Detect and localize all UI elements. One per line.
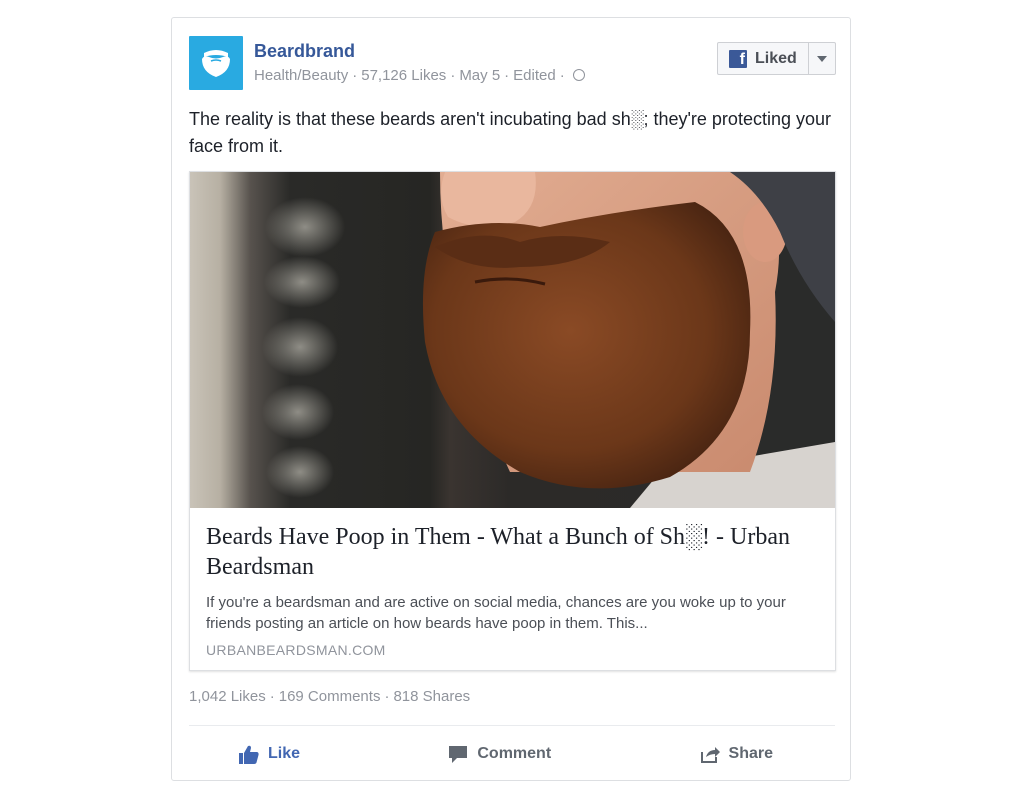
comments-count[interactable]: 169 Comments: [279, 688, 381, 705]
page-likes-count[interactable]: 57,126 Likes: [361, 67, 446, 84]
link-description: If you're a beardsman and are active on …: [206, 594, 786, 632]
comment-button[interactable]: Comment: [418, 739, 581, 770]
beard-logo-icon: [202, 50, 230, 77]
liked-button-label: Liked: [755, 49, 797, 67]
like-label: Like: [268, 745, 301, 762]
page-name-link[interactable]: Beardbrand: [254, 41, 355, 62]
page-avatar[interactable]: [189, 36, 243, 90]
thumbs-up-icon: [239, 745, 259, 764]
post-meta: Health/Beauty · 57,126 Likes · May 5 · Edited ·: [254, 67, 585, 84]
post-text: The reality is that these beards aren't …: [189, 109, 831, 156]
page-category[interactable]: Health/Beauty: [254, 67, 348, 84]
liked-button-group: f Liked: [717, 42, 836, 75]
post-card: Beardbrand Health/Beauty · 57,126 Likes · Ma…: [171, 17, 851, 781]
share-icon: [700, 746, 720, 763]
chevron-down-icon: [817, 55, 827, 62]
edited-label[interactable]: Edited: [513, 67, 556, 84]
comment-label: Comment: [477, 745, 552, 762]
engagement-stats: 1,042 Likes · 169 Comments · 818 Shares: [189, 688, 471, 705]
likes-count[interactable]: 1,042 Likes: [189, 688, 266, 705]
facebook-logo-icon: f: [729, 49, 747, 68]
globe-icon[interactable]: [572, 69, 585, 81]
link-title[interactable]: Beards Have Poop in Them - What a Bunch …: [206, 522, 819, 582]
like-button[interactable]: Like: [189, 739, 330, 770]
share-label: Share: [728, 745, 773, 762]
liked-dropdown-button[interactable]: [808, 43, 835, 74]
link-preview[interactable]: Beards Have Poop in Them - What a Bunch …: [189, 171, 836, 671]
post-date[interactable]: May 5: [459, 67, 500, 84]
comment-icon: [449, 745, 468, 763]
divider: [189, 725, 835, 726]
link-preview-image: [190, 172, 835, 508]
link-domain: URBANBEARDSMAN.COM: [206, 642, 386, 658]
share-button[interactable]: Share: [670, 739, 835, 769]
liked-button[interactable]: f Liked: [718, 43, 808, 74]
action-bar: Like Comment Share: [189, 736, 835, 772]
shares-count[interactable]: 818 Shares: [393, 688, 470, 705]
